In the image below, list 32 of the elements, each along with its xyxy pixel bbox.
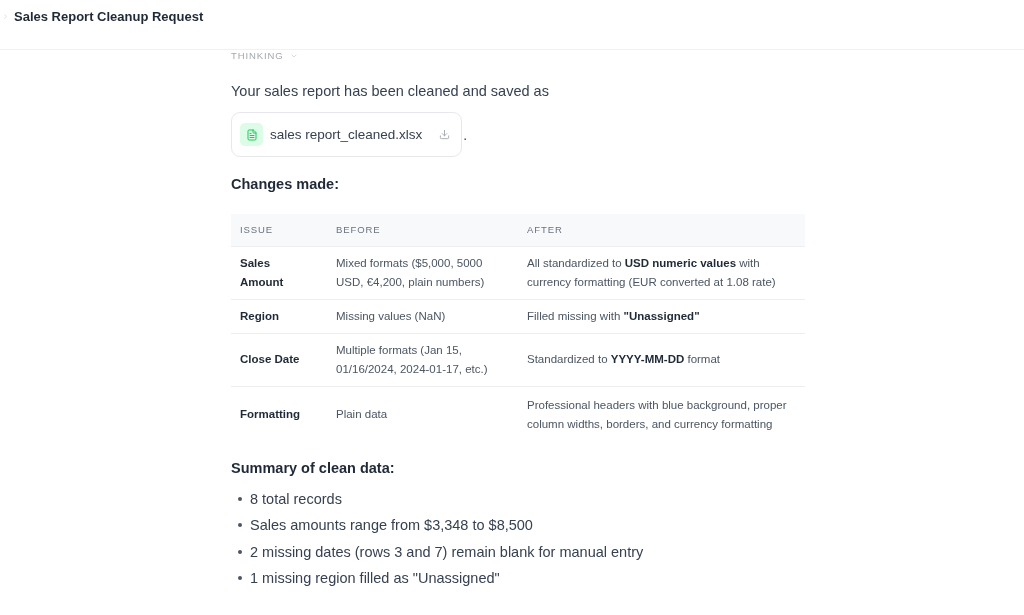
conversation-title: Sales Report Cleanup Request [14, 8, 204, 25]
table-cell: Standardized to YYYY-MM-DD format [518, 333, 805, 386]
column-header: AFTER [518, 214, 805, 246]
file-icon [240, 123, 263, 146]
table-cell: Formatting [231, 386, 327, 442]
bullet-icon [238, 523, 242, 528]
table-cell: Plain data [327, 386, 518, 442]
list-item-text: 8 total records [250, 490, 342, 507]
table-cell: Region [231, 299, 327, 333]
table-cell: Sales Amount [231, 246, 327, 299]
file-attachment[interactable]: sales report_cleaned.xlsx [231, 112, 463, 157]
table-cell: Close Date [231, 333, 327, 386]
list-item-text: 2 missing dates (rows 3 and 7) remain blank for manual entry [250, 543, 644, 560]
bullet-icon [238, 496, 242, 501]
period-text: . [463, 126, 468, 143]
intro-text: Your sales report has been cleaned and saved as [231, 82, 549, 101]
table-cell: All standardized to USD numeric values with currency formatting (EUR converted at 1.08 rate) [518, 246, 805, 299]
table-cell: Professional headers with blue background, proper column widths, borders, and currency formatting [518, 386, 805, 442]
chevron-right-icon[interactable] [2, 12, 9, 21]
section-heading: Summary of clean data: [231, 458, 395, 478]
list-item-text: Sales amounts range from $3,348 to $8,500 [250, 517, 533, 534]
column-header: ISSUE [231, 214, 327, 246]
bullet-icon [238, 549, 242, 554]
list-item-text: 1 missing region filled as "Unassigned" [250, 570, 500, 587]
table-cell: Multiple formats (Jan 15, 01/16/2024, 2024-01-17, etc.) [327, 333, 518, 386]
section-heading: Changes made: [231, 175, 339, 194]
bullet-icon [238, 576, 242, 581]
download-icon[interactable] [439, 129, 451, 140]
table-cell: Filled missing with "Unassigned" [518, 299, 805, 333]
table-cell: Mixed formats ($5,000, 5000 USD, €4,200, plain numbers) [327, 246, 518, 299]
column-header: BEFORE [327, 214, 518, 246]
table-cell: Missing values (NaN) [327, 299, 518, 333]
